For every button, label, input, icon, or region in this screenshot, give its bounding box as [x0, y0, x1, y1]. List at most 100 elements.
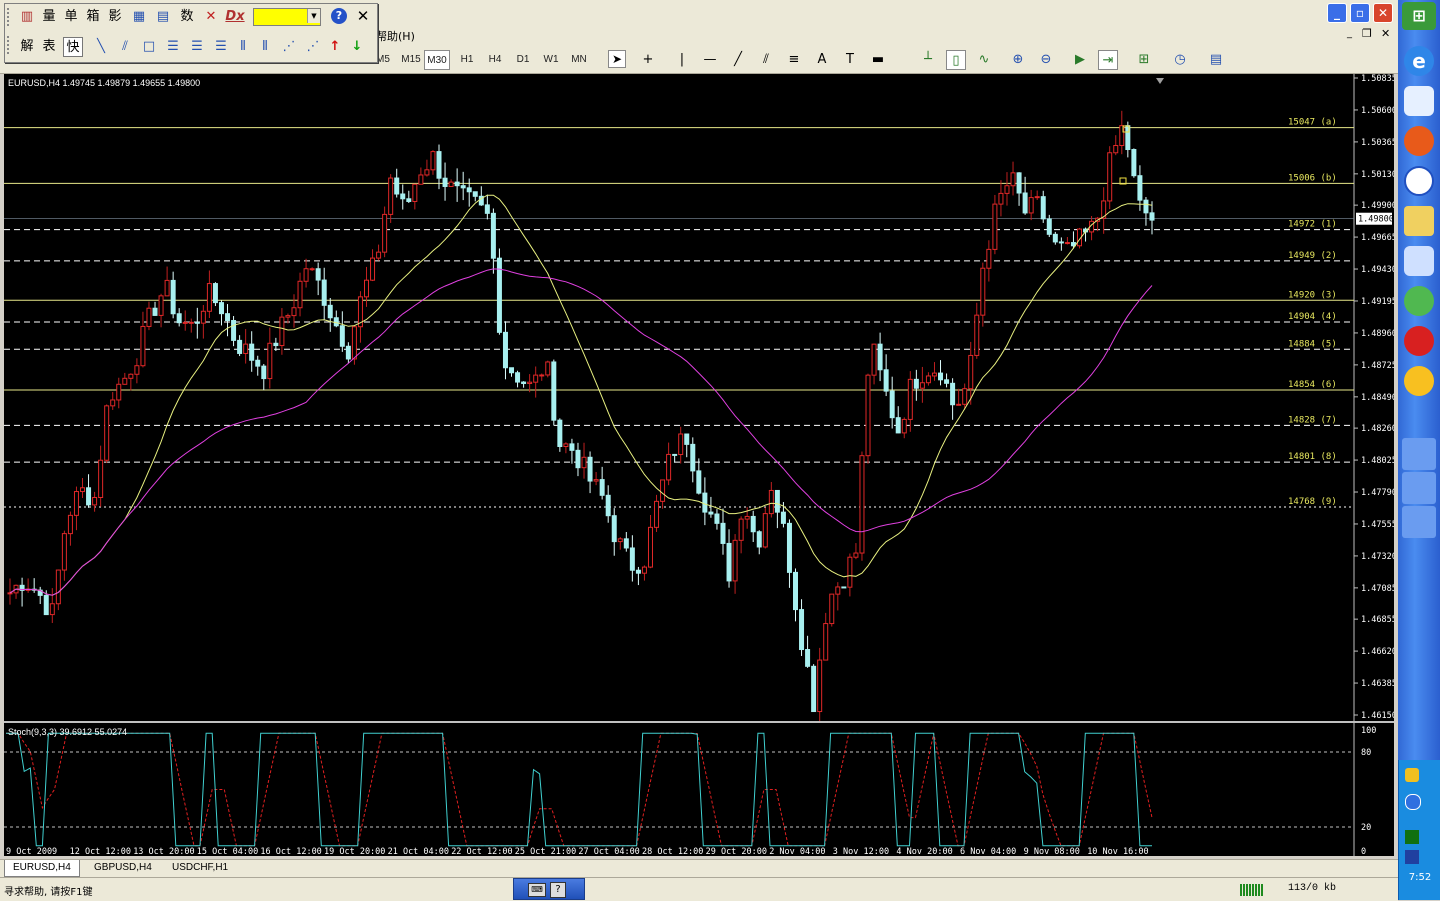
tray-app-icon-2[interactable] — [1405, 850, 1419, 864]
float-btn-4[interactable]: 影 — [105, 7, 125, 27]
arrow-down-icon[interactable]: ↓ — [347, 37, 367, 57]
qq-icon[interactable] — [1404, 366, 1434, 396]
candle-body — [188, 321, 194, 324]
candle-body — [194, 321, 200, 324]
cycle-lines-icon[interactable]: ⦀ — [255, 37, 275, 57]
timeframe-d1[interactable]: D1 — [510, 50, 536, 70]
timeframe-w1[interactable]: W1 — [538, 50, 564, 70]
autoscroll-icon[interactable]: ▶ — [1070, 50, 1090, 70]
arrow-up-icon[interactable]: ↑ — [325, 37, 345, 57]
periods-icon[interactable]: ◷ — [1170, 50, 1190, 70]
app-icon-6[interactable] — [1404, 286, 1434, 316]
templates-icon[interactable]: ▤ — [1206, 50, 1226, 70]
parallel-icon[interactable]: ⫽ — [115, 37, 135, 57]
channel-icon[interactable]: ⫽ — [756, 50, 776, 70]
bar-icon[interactable]: ▥ — [17, 7, 37, 27]
trendline-icon[interactable]: ╱ — [728, 50, 748, 70]
maximize-button[interactable]: ▫ — [1350, 3, 1370, 23]
timeframe-mn[interactable]: MN — [566, 50, 592, 70]
columns-icon[interactable]: ▤ — [153, 7, 173, 27]
dx-icon[interactable]: Dx — [225, 7, 245, 27]
grip-handle[interactable] — [7, 8, 15, 26]
vertical-line-icon[interactable]: | — [672, 50, 692, 70]
candle-body — [363, 279, 369, 298]
timeframe-h4[interactable]: H4 — [482, 50, 508, 70]
tab-usdchf[interactable]: USDCHF,H1 — [164, 860, 236, 876]
crosshair-icon[interactable]: + — [638, 50, 658, 70]
text-tool-icon[interactable]: A — [812, 50, 832, 70]
tray-network-icon[interactable] — [1405, 794, 1421, 810]
fib-icon[interactable]: ☰ — [163, 37, 183, 57]
float-btn-3[interactable]: 箱 — [83, 7, 103, 27]
app-icon-3[interactable] — [1404, 166, 1434, 196]
tab-gbpusd[interactable]: GBPUSD,H4 — [86, 860, 160, 876]
price-chart[interactable]: 1.50835 1.50600 1.50365 1.50130 1.49900 1.496… — [4, 74, 1394, 721]
line-tool-icon[interactable]: ╲ — [91, 37, 111, 57]
float-btn-1[interactable]: 量 — [39, 7, 59, 27]
timeframe-m15[interactable]: M15 — [398, 50, 424, 70]
app-icon-4[interactable] — [1404, 206, 1434, 236]
app-icon-1[interactable] — [1404, 86, 1434, 116]
time-zones-icon[interactable]: ⦀ — [233, 37, 253, 57]
cross-icon[interactable]: ✕ — [201, 7, 221, 27]
line-chart-icon[interactable]: ∿ — [974, 50, 994, 70]
app-icon-7[interactable] — [1404, 326, 1434, 356]
rectangle-icon[interactable]: □ — [139, 37, 159, 57]
candlestick-icon[interactable]: ▯ — [946, 50, 966, 70]
task-button-1[interactable] — [1402, 438, 1436, 470]
grip-handle-2[interactable] — [7, 36, 15, 54]
fibonacci-icon[interactable]: ≡ — [784, 50, 804, 70]
stochastic-pane[interactable]: 100 80 20 0 9 Oct 2009 12 Oct 12:00 13 Oct 20:… — [4, 723, 1394, 856]
price-tick-label: 1.47085 — [1361, 584, 1394, 594]
mdi-close-icon[interactable]: ✕ — [1381, 27, 1390, 40]
minimize-button[interactable]: _ — [1327, 3, 1347, 23]
float-btn-2[interactable]: 单 — [61, 7, 81, 27]
menu-help[interactable]: 帮助(H) — [376, 28, 415, 44]
start-button-icon[interactable]: ⊞ — [1402, 2, 1436, 30]
timeframe-m30[interactable]: M30 — [424, 50, 450, 70]
candle-body — [533, 374, 539, 383]
tab-eurusd[interactable]: EURUSD,H4 — [4, 860, 80, 877]
task-button-3[interactable] — [1402, 506, 1436, 538]
candle-body — [877, 343, 883, 371]
cursor-tool-icon[interactable]: ➤ — [608, 50, 626, 68]
close-float-icon[interactable]: ✕ — [353, 6, 373, 26]
float-label-1[interactable]: 解 — [17, 37, 37, 57]
ime-help-icon[interactable]: ? — [550, 882, 566, 898]
zoom-out-icon[interactable]: ⊖ — [1036, 50, 1056, 70]
bars-list-icon[interactable]: ▦ — [129, 7, 149, 27]
status-bar: 寻求帮助, 请按F1键 ⌨ ? 113/0 kb — [0, 877, 1398, 901]
text-label-icon[interactable]: T — [840, 50, 860, 70]
fib-exp-icon[interactable]: ☰ — [211, 37, 231, 57]
horizontal-line-icon[interactable]: — — [700, 50, 720, 70]
zoom-in-icon[interactable]: ⊕ — [1008, 50, 1028, 70]
float-label-3[interactable]: 快 — [63, 37, 83, 57]
chart-shift-icon[interactable]: ⇥ — [1098, 50, 1118, 70]
arrow-label-icon[interactable]: ▬ — [868, 50, 888, 70]
keyboard-icon[interactable]: ⌨ — [528, 883, 546, 897]
task-button-2[interactable] — [1402, 472, 1436, 504]
timeframe-h1[interactable]: H1 — [454, 50, 480, 70]
app-icon-2[interactable] — [1404, 126, 1434, 156]
tray-app-icon[interactable] — [1405, 830, 1419, 844]
stoch-level-label: 80 — [1361, 748, 1371, 758]
ie-icon[interactable]: e — [1404, 46, 1434, 76]
mdi-minimize-icon[interactable]: _ — [1347, 28, 1352, 39]
gann-icon[interactable]: ⋰ — [303, 37, 323, 57]
help-icon[interactable]: ? — [331, 8, 347, 24]
mdi-restore-icon[interactable]: ❐ — [1362, 27, 1372, 40]
float-btn-5[interactable]: 数 — [177, 7, 197, 27]
tray-shield-icon[interactable] — [1405, 768, 1419, 782]
fan-icon[interactable]: ⋰ — [279, 37, 299, 57]
fib-ext-icon[interactable]: ☰ — [187, 37, 207, 57]
bar-chart-icon[interactable]: ┴ — [918, 50, 938, 70]
app-icon-5[interactable] — [1404, 246, 1434, 276]
close-button[interactable]: ✕ — [1373, 3, 1393, 23]
candle-body — [823, 623, 829, 661]
color-dropdown-icon[interactable]: ▼ — [307, 9, 320, 23]
candle-body — [938, 372, 944, 381]
candle-body — [623, 538, 629, 549]
ime-bar[interactable]: ⌨ ? — [513, 878, 585, 900]
indicators-icon[interactable]: ⊞ — [1134, 50, 1154, 70]
float-label-2[interactable]: 表 — [39, 37, 59, 57]
